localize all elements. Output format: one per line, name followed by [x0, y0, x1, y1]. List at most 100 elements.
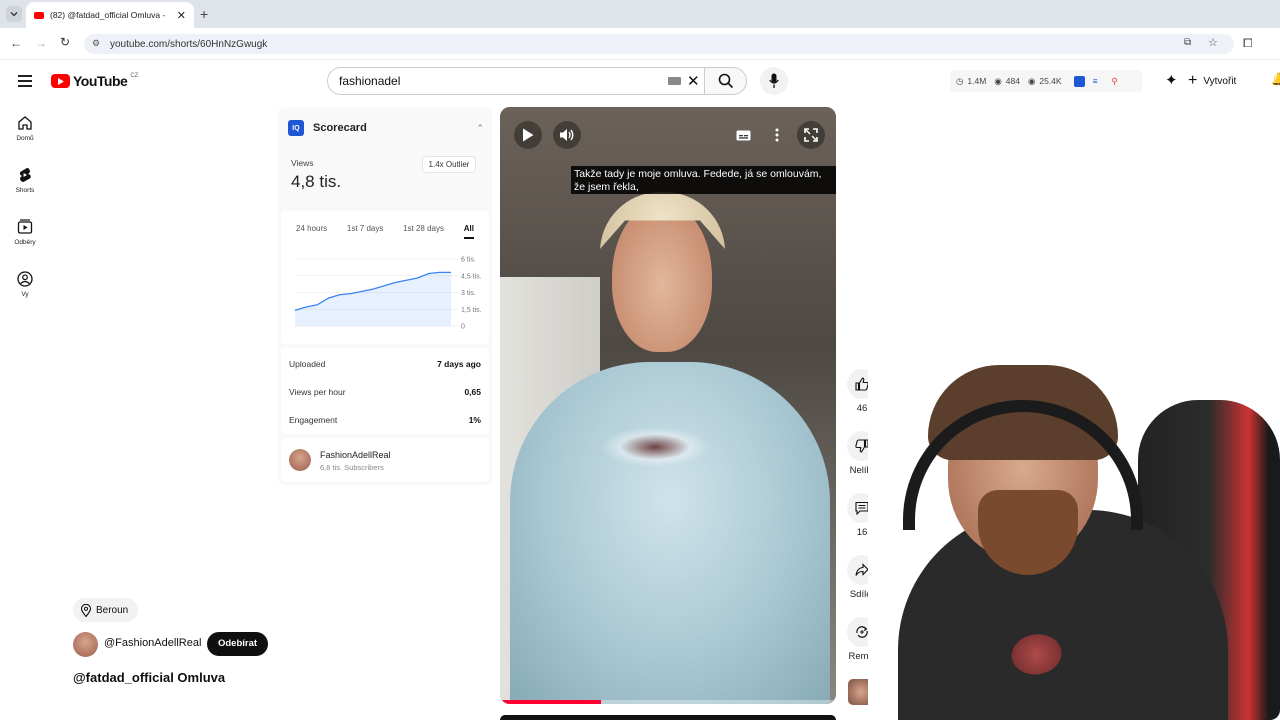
subscribe-button[interactable]: Odebírat: [207, 632, 268, 656]
location-pin-icon: [81, 603, 91, 617]
youtube-logo-text: YouTube: [73, 73, 128, 89]
share-icon: [855, 563, 869, 576]
short-channel-name[interactable]: @FashionAdellReal: [104, 637, 201, 649]
progress-fill: [500, 700, 601, 704]
pin-icon[interactable]: ⚲: [1112, 76, 1118, 87]
extension-stats-bar: ◷ 1.4M ◉ 484 ◉ 25.4K ≡ ⚲: [950, 70, 1142, 92]
site-settings-icon[interactable]: ⚙: [92, 38, 100, 49]
create-button[interactable]: + Vytvořit: [1188, 70, 1258, 92]
dislike-icon: [855, 439, 869, 453]
scorecard-title: Scorecard: [313, 122, 367, 134]
search-value: fashionadel: [339, 74, 401, 88]
views-chart: 6 tis. 4,5 tis. 3 tis. 1,5 tis. 0: [294, 257, 482, 331]
menu-icon[interactable]: [18, 75, 32, 87]
short-title: @fatdad_official Omluva: [73, 670, 226, 685]
uploaded-value: 7 days ago: [437, 359, 481, 369]
views-value: 4,8 tis.: [291, 172, 342, 191]
voice-search-button[interactable]: [760, 67, 788, 95]
webcam-overlay: [868, 360, 1280, 720]
iq-icon[interactable]: [1073, 75, 1085, 87]
play-button[interactable]: [514, 121, 542, 149]
chart-area: [295, 272, 451, 326]
list-icon[interactable]: ≡: [1093, 76, 1098, 86]
comment-icon: [855, 501, 869, 515]
search-icon: [718, 73, 733, 89]
period-tab[interactable]: 1st 7 days: [347, 224, 383, 239]
scorecard-panel: IQ Scorecard ⌃ Views 4,8 tis. 1.4x Outli…: [278, 107, 492, 485]
tab-title: (82) @fatdad_official Omluva -: [50, 10, 166, 20]
new-tab-button[interactable]: +: [200, 6, 208, 22]
install-icon[interactable]: ⧉: [1184, 37, 1191, 48]
play-icon: [523, 128, 534, 142]
fullscreen-button[interactable]: [797, 121, 825, 149]
url-bar[interactable]: ⚙ youtube.com/shorts/60HnNzGwugk ⧉ ☆: [84, 34, 1234, 54]
gemini-icon[interactable]: ✦: [1165, 71, 1178, 89]
sidebar-item-label: Odběry: [14, 239, 36, 246]
more-options-button[interactable]: [763, 121, 791, 149]
channel-avatar: [289, 449, 311, 471]
stat-watch: 25.4K: [1039, 76, 1062, 86]
sidebar-item-label: Domů: [16, 135, 34, 142]
search-input[interactable]: fashionadel ✕: [327, 67, 705, 95]
location-chip[interactable]: Beroun: [73, 598, 139, 622]
fullscreen-icon: [804, 128, 818, 142]
sidebar-item-you[interactable]: Vy: [0, 271, 50, 298]
short-channel-avatar[interactable]: [73, 632, 98, 657]
tshirt-graphic-icon: [1009, 631, 1065, 678]
like-count: 46: [856, 403, 868, 414]
keyboard-icon[interactable]: [668, 77, 681, 85]
period-tab[interactable]: All: [463, 224, 474, 239]
period-tab[interactable]: 1st 28 days: [403, 224, 444, 239]
person-head: [612, 202, 712, 352]
captions-button[interactable]: [729, 121, 757, 149]
tab-close-icon[interactable]: ✕: [177, 9, 186, 22]
views-per-hour-value: 0,65: [464, 387, 481, 397]
clock-icon: ◷: [956, 75, 964, 86]
back-icon[interactable]: ←: [10, 36, 22, 50]
bookmark-star-icon[interactable]: ☆: [1208, 36, 1218, 49]
channel-panel[interactable]: FashionAdellReal 6,8 tis. Subscribers: [281, 438, 489, 482]
sidebar-item-home[interactable]: Domů: [0, 115, 50, 142]
mic-icon: [769, 73, 779, 88]
eye-icon: ◉: [994, 75, 1002, 86]
engagement-label: Engagement: [289, 415, 338, 425]
subscriptions-icon: [17, 219, 33, 234]
sidebar-item-shorts[interactable]: Shorts: [0, 167, 50, 194]
forward-icon[interactable]: →: [35, 36, 47, 50]
outlier-badge: 1.4x Outlier: [422, 156, 476, 173]
y-tick-label: 1,5 tis.: [461, 307, 482, 314]
reload-icon[interactable]: ↻: [60, 35, 70, 49]
volume-button[interactable]: [553, 121, 581, 149]
channel-name: FashionAdellReal: [320, 450, 391, 460]
short-video-player[interactable]: [500, 107, 836, 704]
extensions-icon[interactable]: ⧠: [1243, 36, 1253, 51]
sidebar-item-label: Shorts: [15, 187, 35, 194]
period-tab[interactable]: 24 hours: [296, 224, 327, 239]
period-tabs: 24 hours 1st 7 days 1st 28 days All: [281, 224, 489, 239]
tab-list-button[interactable]: [6, 6, 22, 22]
like-icon: [855, 377, 869, 391]
shorts-icon: [19, 167, 31, 183]
engagement-value: 1%: [468, 415, 481, 425]
browser-tab[interactable]: (82) @fatdad_official Omluva - ✕: [26, 2, 194, 28]
notifications-icon[interactable]: 🔔: [1271, 72, 1280, 86]
collapse-chevron-icon[interactable]: ⌃: [476, 123, 484, 134]
chevron-down-icon: [10, 12, 18, 17]
captions-icon: [736, 130, 750, 140]
sidebar-item-subscriptions[interactable]: Odběry: [0, 219, 50, 246]
youtube-logo[interactable]: YouTube CZ: [51, 73, 138, 89]
you-icon: [17, 271, 33, 287]
progress-track[interactable]: [500, 700, 836, 704]
y-tick-label: 4,5 tis.: [461, 273, 482, 280]
search-button[interactable]: [705, 67, 747, 95]
scorecard-header[interactable]: IQ Scorecard ⌃: [288, 120, 484, 136]
clear-search-icon[interactable]: ✕: [687, 72, 700, 90]
channel-subs: 6,8 tis. Subscribers: [320, 463, 384, 472]
chart-panel: 24 hours 1st 7 days 1st 28 days All 6 tis. 4…: [281, 211, 489, 344]
region-code: CZ: [130, 73, 139, 79]
next-video-edge: [500, 715, 836, 720]
youtube-play-logo-icon: [51, 74, 70, 88]
uploaded-label: Uploaded: [289, 359, 326, 369]
sidebar-item-label: Vy: [21, 291, 29, 298]
url-text: youtube.com/shorts/60HnNzGwugk: [110, 38, 268, 50]
